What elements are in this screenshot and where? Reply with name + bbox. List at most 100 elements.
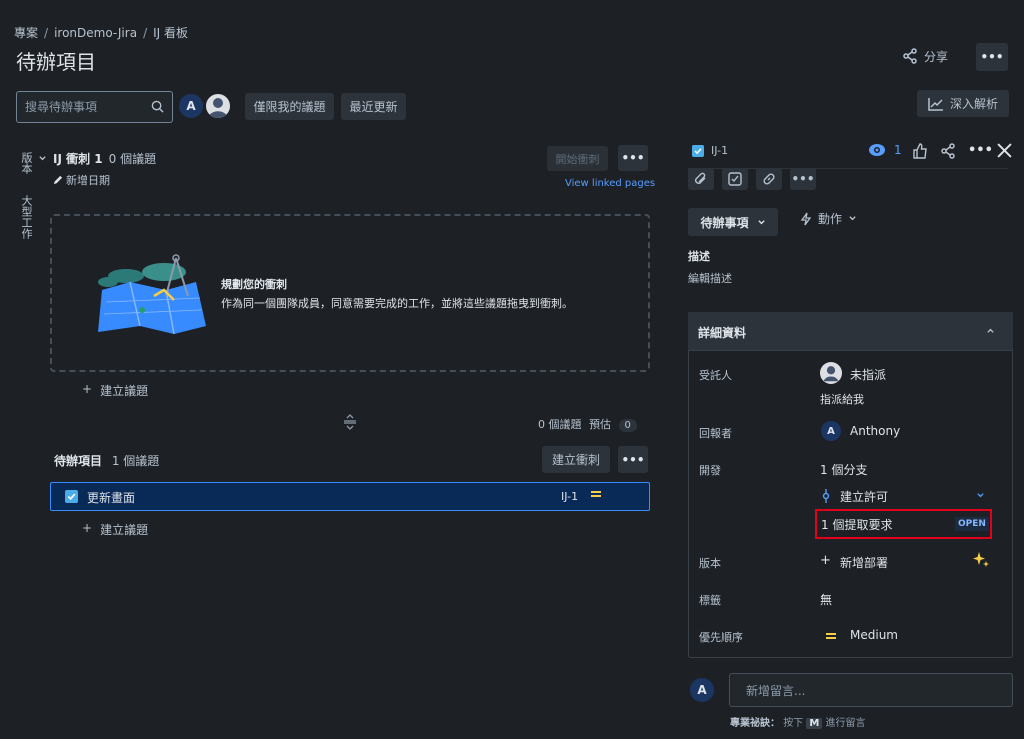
chevron-down-icon: [757, 218, 766, 227]
map-illustration-icon: [96, 252, 208, 334]
details-title: 詳細資料: [698, 326, 747, 340]
filter-recently-updated[interactable]: 最近更新: [341, 93, 406, 120]
avatar: A: [688, 676, 716, 704]
eye-icon: [868, 143, 886, 157]
tip-key: M: [806, 718, 823, 729]
labels-value[interactable]: 無: [820, 591, 832, 608]
chevron-down-icon[interactable]: [976, 491, 985, 500]
plus-icon: +: [82, 521, 93, 535]
sprint-header[interactable]: IJ 衝刺 1 0 個議題: [38, 150, 156, 167]
description-editor[interactable]: 編輯描述: [688, 270, 732, 286]
chart-line-icon: [928, 97, 944, 111]
sprint-stats-estimate-label: 預估: [589, 418, 611, 431]
start-sprint-button[interactable]: 開始衝刺: [547, 146, 608, 171]
unassigned-avatar-icon[interactable]: [204, 92, 232, 120]
create-issue-label: 建立議題: [100, 523, 149, 537]
thumbs-up-icon[interactable]: [912, 143, 928, 159]
issue-more-button[interactable]: •••: [968, 143, 993, 158]
search-icon: [151, 100, 164, 113]
branch-count[interactable]: 1 個分支: [820, 461, 867, 478]
more-actions-button[interactable]: •••: [976, 43, 1008, 71]
description-heading: 描述: [688, 250, 710, 263]
create-commit-link[interactable]: 建立許可: [840, 488, 888, 505]
assignee-value[interactable]: 未指派: [850, 366, 886, 383]
status-dropdown[interactable]: 待辦事項: [688, 208, 778, 236]
page-title: 待辦項目: [16, 50, 96, 74]
empty-sprint-title: 規劃您的衝刺: [221, 278, 287, 291]
issue-key-breadcrumb[interactable]: IJ-1: [692, 144, 728, 157]
priority-medium-icon: [825, 631, 837, 641]
task-checkbox-icon: [692, 144, 704, 157]
plus-icon: +: [82, 382, 93, 396]
actions-label: 動作: [818, 212, 843, 226]
drag-handle-icon[interactable]: [343, 414, 357, 430]
version-label: 版本: [699, 557, 721, 570]
task-checkbox-icon: [65, 490, 78, 503]
commit-icon: [821, 489, 831, 503]
backlog-issue-count: 1 個議題: [111, 454, 160, 468]
breadcrumb-projects[interactable]: 專案: [14, 26, 38, 40]
search-field[interactable]: [16, 91, 173, 123]
chevron-down-icon[interactable]: [38, 154, 47, 163]
create-issue-button[interactable]: + 建立議題: [82, 382, 148, 399]
add-dates-label: 新增日期: [66, 174, 110, 187]
development-label: 開發: [699, 464, 721, 477]
issue-summary[interactable]: 更新畫面: [87, 489, 135, 506]
reporter-label: 回報者: [699, 427, 732, 440]
pull-request-highlight[interactable]: 1 個提取要求 OPEN: [815, 509, 992, 539]
add-deployment-link[interactable]: 新增部署: [840, 554, 888, 571]
issue-key-label: IJ-1: [711, 144, 729, 157]
share-icon[interactable]: [940, 143, 956, 159]
tip-press: 按下: [783, 718, 804, 729]
reporter-value[interactable]: Anthony: [850, 424, 900, 438]
details-header[interactable]: 詳細資料: [688, 312, 1013, 351]
breadcrumb: 專案 / ironDemo-Jira / IJ 看板: [14, 26, 189, 40]
labels-label: 標籤: [699, 594, 721, 607]
tip-prefix: 專業祕訣：: [730, 718, 780, 729]
backlog-header[interactable]: 待辦項目 1 個議題: [54, 452, 159, 469]
filter-only-my-issues[interactable]: 僅限我的議題: [245, 93, 334, 120]
add-dates-link[interactable]: 新增日期: [52, 172, 110, 188]
tab-epics[interactable]: 大型工作: [18, 195, 34, 239]
details-panel: [688, 312, 1013, 658]
toolbar-more-button[interactable]: •••: [790, 168, 816, 190]
pencil-icon: [52, 175, 63, 186]
sparkle-icon[interactable]: [972, 551, 990, 569]
watchers-count: 1: [894, 143, 902, 157]
priority-value[interactable]: Medium: [850, 628, 898, 642]
breadcrumb-board[interactable]: IJ 看板: [153, 26, 188, 40]
sprint-stats-estimate: 0: [618, 419, 637, 432]
share-label: 分享: [923, 49, 948, 64]
subtask-icon[interactable]: [722, 168, 748, 190]
avatar[interactable]: A: [177, 92, 205, 120]
assignee-label: 受託人: [699, 369, 732, 382]
priority-label: 優先順序: [699, 631, 743, 644]
sprint-more-button[interactable]: •••: [618, 145, 648, 171]
search-input[interactable]: [17, 92, 137, 122]
watch-button[interactable]: 1: [868, 143, 902, 157]
sprint-stats-issues: 0 個議題: [538, 418, 582, 431]
breadcrumb-project[interactable]: ironDemo-Jira: [54, 26, 137, 40]
attachment-icon[interactable]: [688, 168, 714, 190]
sprint-name: IJ 衝刺 1: [53, 152, 103, 166]
sprint-issue-count: 0 個議題: [108, 152, 157, 166]
tab-versions[interactable]: 版本: [18, 152, 34, 174]
backlog-more-button[interactable]: •••: [618, 446, 648, 473]
insights-button[interactable]: 深入解析: [917, 90, 1009, 117]
sprint-stats: 0 個議題 預估 0: [538, 416, 637, 432]
create-issue-label: 建立議題: [100, 384, 149, 398]
create-sprint-button[interactable]: 建立衝刺: [542, 446, 610, 473]
close-icon[interactable]: [997, 143, 1012, 158]
create-issue-button[interactable]: + 建立議題: [82, 521, 148, 538]
assign-to-me-link[interactable]: 指派給我: [820, 391, 864, 407]
avatar: A: [821, 421, 841, 441]
table-row[interactable]: 更新畫面 IJ-1: [50, 482, 650, 511]
view-linked-pages-link[interactable]: View linked pages: [565, 178, 655, 189]
comment-input[interactable]: 新增留言...: [729, 673, 1013, 707]
actions-dropdown[interactable]: 動作: [800, 210, 857, 227]
comment-placeholder: 新增留言...: [746, 683, 806, 698]
issue-key[interactable]: IJ-1: [561, 490, 578, 503]
share-button[interactable]: 分享: [896, 44, 954, 68]
backlog-title: 待辦項目: [54, 454, 103, 468]
link-icon[interactable]: [756, 168, 782, 190]
